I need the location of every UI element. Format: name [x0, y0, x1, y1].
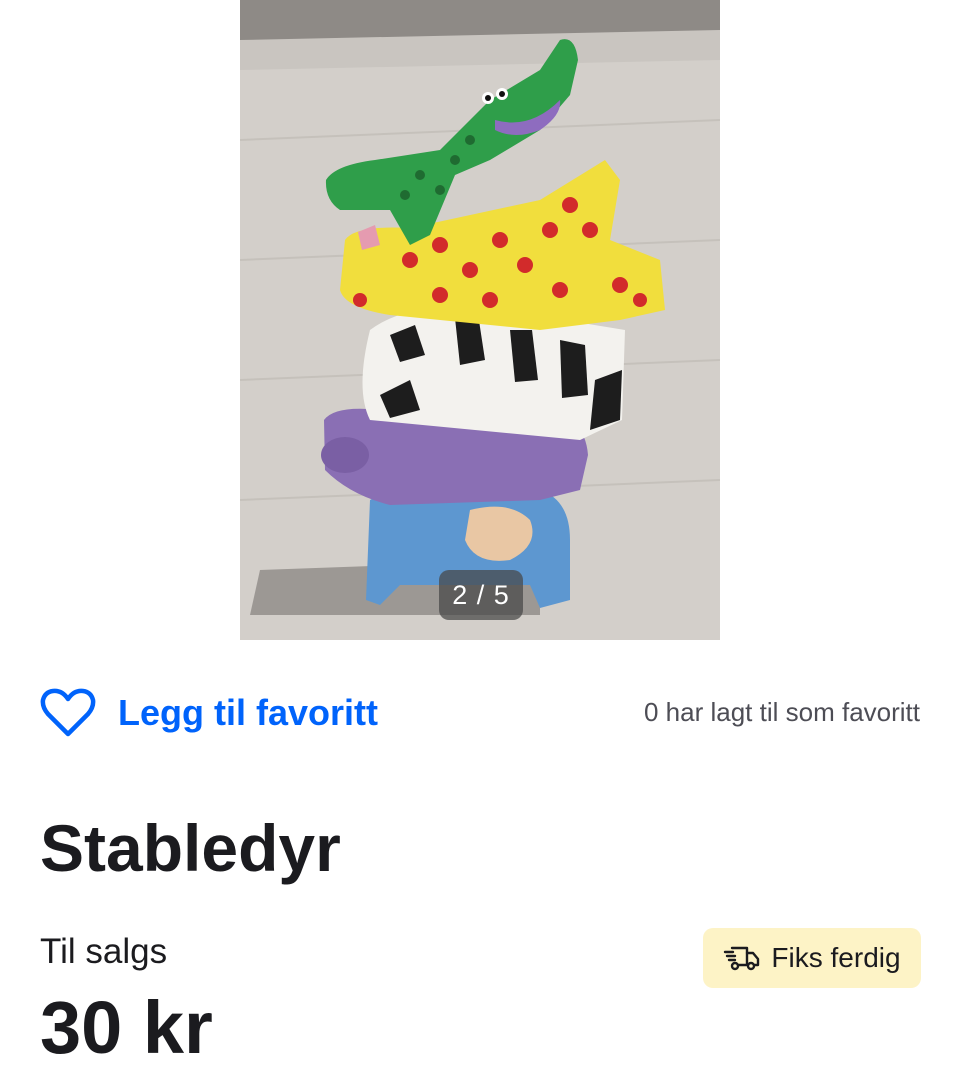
- add-favorite-button[interactable]: Legg til favoritt: [40, 683, 378, 743]
- favorite-count-text: 0 har lagt til som favoritt: [644, 697, 920, 727]
- heart-outline-icon: [40, 688, 96, 737]
- listing-photo[interactable]: [240, 0, 720, 640]
- listing-title: Stabledyr: [40, 811, 341, 885]
- image-counter: 2 / 5: [439, 570, 523, 620]
- add-favorite-label: Legg til favoritt: [118, 692, 378, 733]
- image-gallery[interactable]: 2 / 5: [0, 0, 960, 640]
- shipping-badge-label: Fiks ferdig: [771, 942, 901, 973]
- listing-price: 30 kr: [40, 986, 213, 1069]
- listing-status: Til salgs: [40, 932, 168, 971]
- stacking-animals-toy-image: [240, 0, 720, 640]
- shipping-badge[interactable]: Fiks ferdig: [703, 928, 921, 988]
- delivery-truck-icon: [724, 946, 760, 971]
- favorite-row: Legg til favoritt 0 har lagt til som fav…: [40, 683, 920, 743]
